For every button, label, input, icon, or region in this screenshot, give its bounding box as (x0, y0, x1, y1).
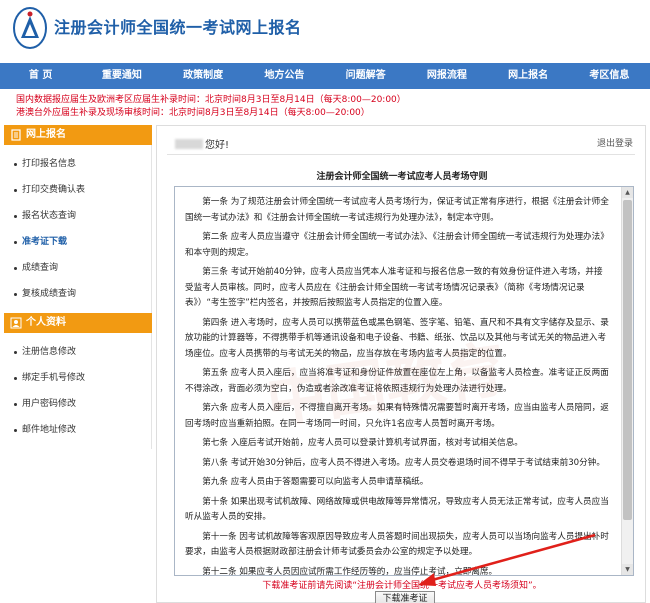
rules-scroll-box[interactable]: 第一条 为了规范注册会计师全国统一考试应考人员考场行为，保证考试正常有序进行，根… (174, 186, 634, 576)
nav-process[interactable]: 网报流程 (406, 63, 487, 89)
nav-local-announcements[interactable]: 地方公告 (244, 63, 325, 89)
rule-paragraph: 第五条 应考人员入座后，应当将准考证和身份证件放置在座位左上角，以备监考人员检查… (185, 368, 609, 394)
site-header: 注册会计师全国统一考试网上报名 (0, 0, 650, 62)
notice-line-2: 港澳台外应届生补录及现场审核时间：北京时间8月3日至8月14日（每天8:00—2… (16, 108, 370, 118)
rule-paragraph: 第十二条 如果应考人员因应试所需工作经历等的，应当停止考试，立即离席。 (202, 566, 498, 576)
site-title: 注册会计师全国统一考试网上报名 (54, 18, 302, 37)
scroll-up-icon[interactable]: ▲ (622, 187, 633, 198)
greeting-text: 您好! (205, 140, 230, 151)
rule-paragraph: 第八条 考试开始30分钟后，应考人员不得进入考场。应考人员交卷退场时间不得早于考… (202, 457, 605, 468)
download-admission-button[interactable]: 下载准考证 (375, 591, 435, 603)
main-nav: 首 页 重要通知 政策制度 地方公告 问题解答 网报流程 网上报名 考区信息 (0, 63, 650, 89)
sidebar-item-edit-registration[interactable]: 注册信息修改 (4, 339, 151, 365)
scroll-down-icon[interactable]: ▼ (622, 564, 633, 575)
scroll-thumb[interactable] (623, 200, 632, 520)
person-icon (10, 317, 22, 329)
sidebar: 网上报名 打印报名信息 打印交费确认表 报名状态查询 准考证下载 成绩查询 复核… (4, 125, 152, 449)
rule-paragraph: 第六条 应考人员入座后，不得擅自离开考场。如果有特殊情况需要暂时离开考场，应当由… (185, 403, 609, 429)
sidebar-list-profile: 注册信息修改 绑定手机号修改 用户密码修改 邮件地址修改 (4, 333, 152, 449)
rules-title: 注册会计师全国统一考试应考人员考场守则 (316, 172, 488, 182)
greeting: 您好! (175, 136, 229, 151)
rule-paragraph: 第九条 应考人员由于答题需要可以向监考人员申请草稿纸。 (202, 477, 429, 487)
nav-online-registration[interactable]: 网上报名 (488, 63, 569, 89)
nav-exam-area-info[interactable]: 考区信息 (569, 63, 650, 89)
sidebar-item-score-query[interactable]: 成绩查询 (4, 255, 151, 281)
notice-line-1: 国内数据报应届生及欧洲考区应届生补录时间：北京时间8月3日至8月14日（每天8:… (16, 95, 406, 105)
rule-paragraph: 第七条 入座后考试开始前，应考人员可以登录计算机考试界面，核对考试相关信息。 (202, 438, 523, 448)
rule-paragraph: 第十一条 因考试机故障等客观原因导致应考人员答题时间出现损失，应考人员可以当场向… (185, 531, 609, 558)
deadline-notice: 国内数据报应届生及欧洲考区应届生补录时间：北京时间8月3日至8月14日（每天8:… (16, 94, 636, 120)
sidebar-item-print-payment[interactable]: 打印交费确认表 (4, 177, 151, 203)
nav-notices[interactable]: 重要通知 (81, 63, 162, 89)
rules-scrollbar[interactable]: ▲ ▼ (621, 187, 633, 575)
sidebar-header-registration: 网上报名 (4, 125, 152, 145)
sidebar-item-edit-password[interactable]: 用户密码修改 (4, 391, 151, 417)
main-panel: 您好! 退出登录 注册会计师全国统一考试应考人员考场守则 第一条 为了规范注册会… (156, 125, 646, 603)
sidebar-item-print-registration[interactable]: 打印报名信息 (4, 151, 151, 177)
rule-paragraph: 第四条 进入考场时，应考人员可以携带蓝色或黑色钢笔、签字笔、铅笔、直尺和不具有文… (185, 317, 609, 359)
sidebar-item-score-review[interactable]: 复核成绩查询 (4, 281, 151, 307)
sidebar-list-registration: 打印报名信息 打印交费确认表 报名状态查询 准考证下载 成绩查询 复核成绩查询 (4, 145, 152, 313)
sidebar-item-registration-status[interactable]: 报名状态查询 (4, 203, 151, 229)
rules-content: 第一条 为了规范注册会计师全国统一考试应考人员考场行为，保证考试正常有序进行，根… (185, 195, 611, 576)
masked-username (175, 139, 203, 149)
rule-paragraph: 第二条 应考人员应当遵守《注册会计师全国统一考试办法》、《注册会计师全国统一考试… (185, 232, 609, 258)
divider (167, 154, 635, 155)
nav-policies[interactable]: 政策制度 (163, 63, 244, 89)
logout-link[interactable]: 退出登录 (597, 136, 633, 149)
document-icon (11, 129, 21, 141)
sidebar-header-profile: 个人资料 (4, 313, 152, 333)
sidebar-item-edit-email[interactable]: 邮件地址修改 (4, 417, 151, 443)
sidebar-item-admission-download[interactable]: 准考证下载 (4, 229, 151, 255)
rule-paragraph: 第三条 考试开始前40分钟，应考人员应当凭本人准考证和与报名信息一致的有效身份证… (185, 267, 603, 308)
nav-faq[interactable]: 问题解答 (325, 63, 406, 89)
rule-paragraph: 第一条 为了规范注册会计师全国统一考试应考人员考场行为，保证考试正常有序进行，根… (185, 197, 609, 223)
sidebar-item-edit-phone[interactable]: 绑定手机号修改 (4, 365, 151, 391)
rule-paragraph: 第十条 如果出现考试机故障、网络故障或供电故障等异常情况，导致应考人员无法正常考… (185, 496, 609, 523)
sidebar-header-label: 个人资料 (26, 317, 66, 328)
download-notice: 下载准考证前请先阅读“注册会计师全国统一考试应考人员考场须知”。 (262, 581, 542, 591)
cicpa-logo-icon (13, 7, 47, 49)
nav-home[interactable]: 首 页 (0, 63, 81, 89)
sidebar-header-label: 网上报名 (26, 129, 66, 140)
